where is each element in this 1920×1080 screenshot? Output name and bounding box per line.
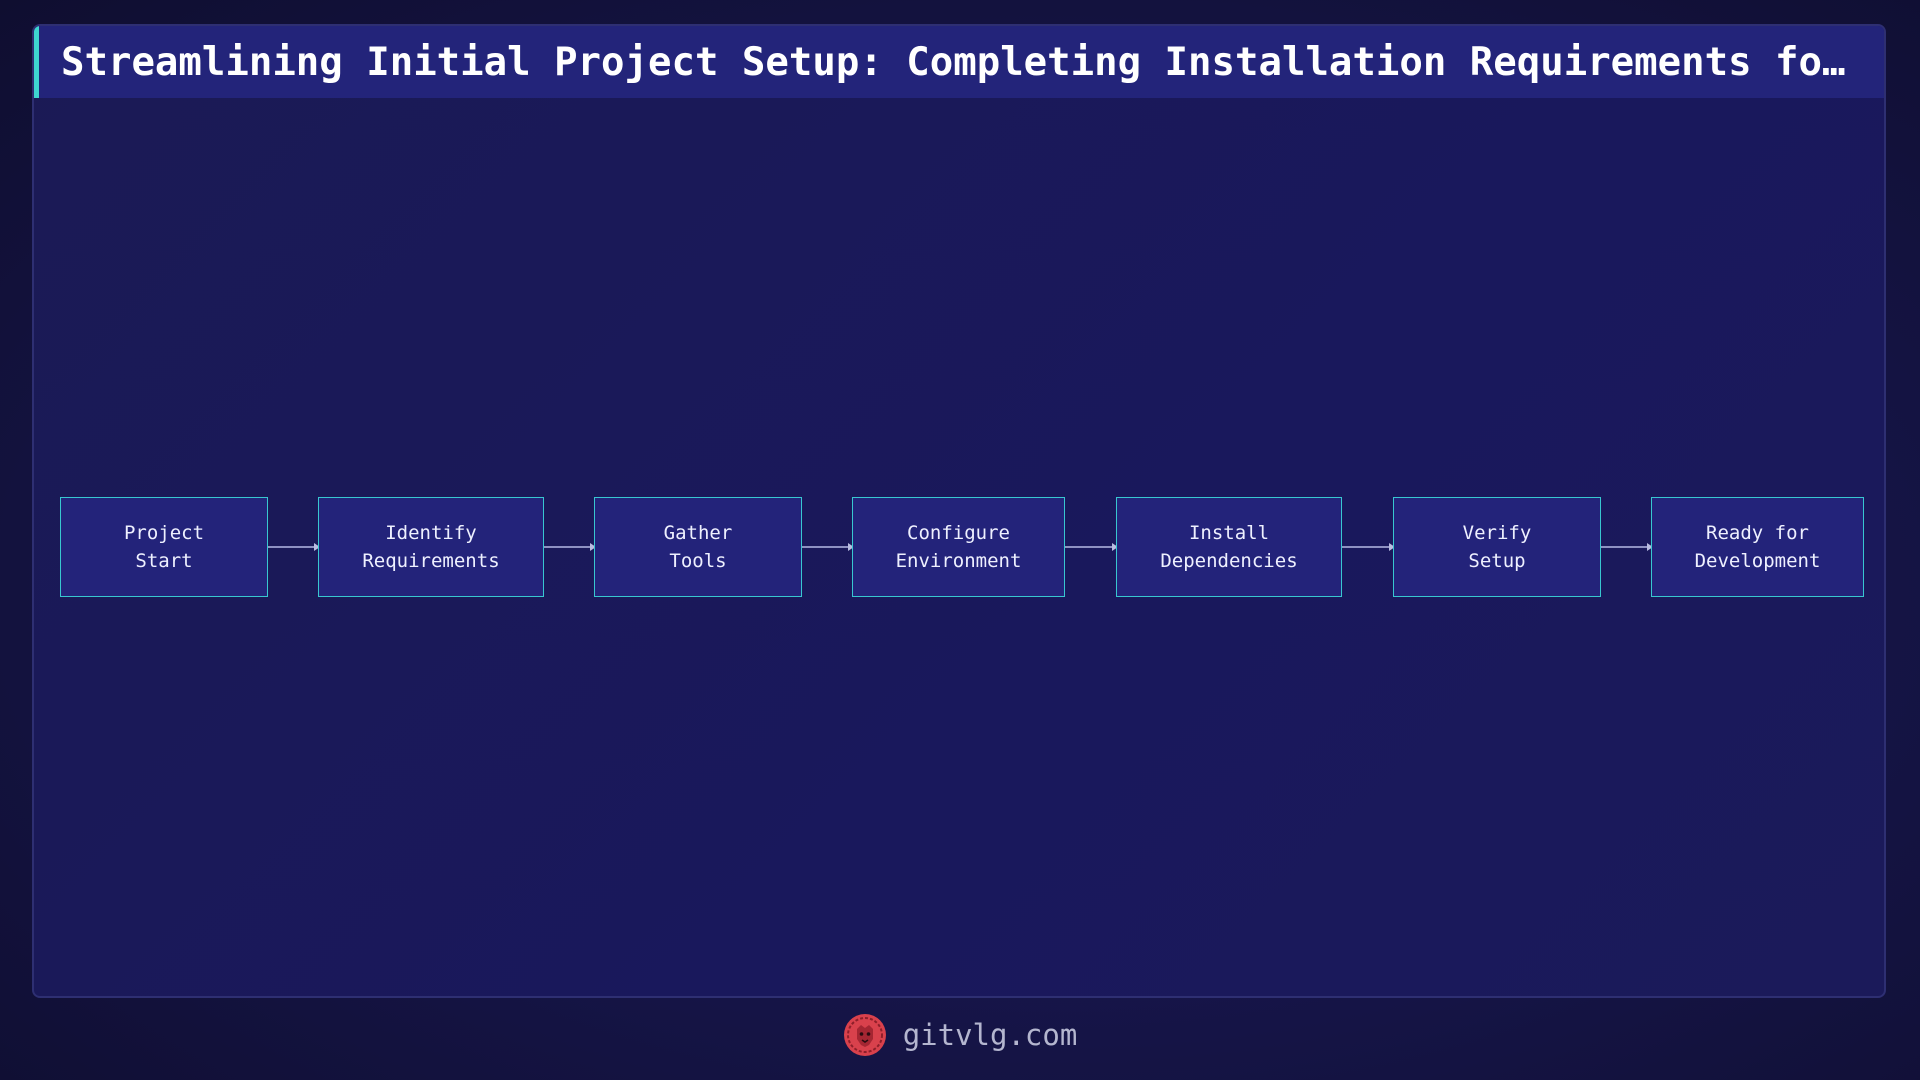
- node-ready-for-development: Ready for Development: [1651, 497, 1864, 597]
- edge-arrow: [1601, 543, 1653, 551]
- node-gather-tools: Gather Tools: [594, 497, 802, 597]
- site-link[interactable]: gitvlg.com: [903, 1018, 1078, 1052]
- edge-arrow: [268, 543, 320, 551]
- node-verify-setup: Verify Setup: [1393, 497, 1601, 597]
- flow-diagram: Project Start Identify Requirements Gath…: [34, 26, 1884, 996]
- lion-head-icon: [843, 1014, 886, 1056]
- edge-arrow: [1342, 543, 1395, 551]
- node-identify-requirements: Identify Requirements: [318, 497, 544, 597]
- footer: gitvlg.com: [0, 1010, 1920, 1060]
- node-configure-environment: Configure Environment: [852, 497, 1065, 597]
- node-install-dependencies: Install Dependencies: [1116, 497, 1342, 597]
- node-project-start: Project Start: [60, 497, 268, 597]
- edge-arrow: [1065, 543, 1118, 551]
- edge-arrow: [802, 543, 854, 551]
- slide-panel: Streamlining Initial Project Setup: Comp…: [32, 24, 1886, 998]
- edge-arrow: [544, 543, 596, 551]
